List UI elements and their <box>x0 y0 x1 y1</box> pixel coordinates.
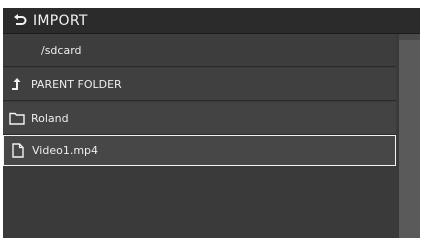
list-item-parent-folder[interactable]: PARENT FOLDER <box>3 68 396 101</box>
title-bar: IMPORT <box>3 8 420 34</box>
back-button[interactable] <box>7 8 33 33</box>
page-title: IMPORT <box>33 12 88 29</box>
scrollbar-thumb[interactable] <box>399 40 420 238</box>
scrollbar[interactable] <box>399 34 420 238</box>
folder-icon <box>9 112 25 125</box>
list-item-roland-folder[interactable]: Roland <box>3 102 396 135</box>
file-icon <box>12 143 24 158</box>
current-path: /sdcard <box>3 34 396 67</box>
return-arrow-icon <box>14 13 27 25</box>
current-path-label: /sdcard <box>41 43 82 57</box>
list-item-label: Video1.mp4 <box>32 144 99 157</box>
up-arrow-icon <box>12 78 21 90</box>
list-item-video-file[interactable]: Video1.mp4 <box>3 135 396 166</box>
import-screen: IMPORT /sdcard PARENT FOLDER Roland Vide… <box>3 8 420 238</box>
file-list: /sdcard PARENT FOLDER Roland Video1.mp4 <box>3 34 399 238</box>
list-item-label: Roland <box>31 111 69 125</box>
list-item-label: PARENT FOLDER <box>31 77 122 91</box>
